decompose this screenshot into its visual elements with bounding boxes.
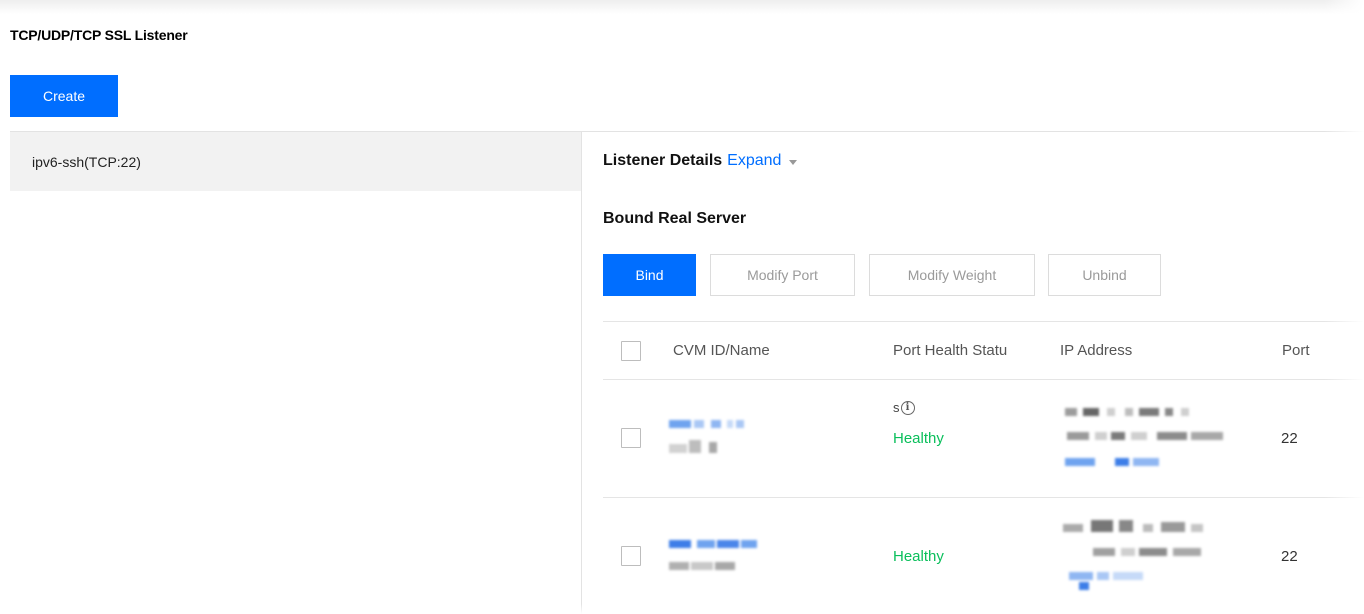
create-button[interactable]: Create [10,75,118,117]
column-header-ip: IP Address [1060,342,1133,359]
bind-button[interactable]: Bind [603,254,696,296]
column-header-cvm: CVM ID/Name [673,342,770,359]
listener-details-panel: Listener Details Expand Bound Real Serve… [583,132,1364,614]
port-value: 22 [1281,548,1298,565]
unbind-button[interactable]: Unbind [1048,254,1161,296]
health-status: Healthy [893,548,944,565]
modify-port-button[interactable]: Modify Port [710,254,855,296]
listener-details-title: Listener Details [603,152,723,169]
cvm-id-redacted[interactable] [669,420,779,465]
listener-list: ipv6-ssh(TCP:22) [10,132,582,614]
column-header-port: Port [1282,342,1310,359]
real-server-table: CVM ID/Name Port Health Statu IP Address… [603,321,1364,614]
port-value: 22 [1281,430,1298,447]
bound-real-server-title: Bound Real Server [603,210,747,227]
expand-link[interactable]: Expand [727,152,781,170]
table-row: Healthy 22 [603,498,1364,614]
modify-weight-button[interactable]: Modify Weight [869,254,1035,296]
health-status-note: s i [893,400,915,415]
bottom-edge-fade [0,604,1364,614]
table-header: CVM ID/Name Port Health Statu IP Address… [603,322,1364,380]
listener-item-ipv6-ssh[interactable]: ipv6-ssh(TCP:22) [10,132,581,191]
row-checkbox[interactable] [621,428,641,448]
health-status: Healthy [893,430,944,447]
page-title: TCP/UDP/TCP SSL Listener [10,27,188,43]
column-header-health: Port Health Statu [893,342,1008,359]
table-row: s i Healthy 22 [603,380,1364,498]
select-all-checkbox[interactable] [621,341,641,361]
listener-details-header: Listener Details Expand [603,152,798,170]
info-icon[interactable]: i [900,400,915,415]
ip-address-redacted [1063,520,1243,592]
top-shadow [0,0,1364,14]
caret-down-icon[interactable] [789,159,798,165]
row-checkbox[interactable] [621,546,641,566]
ip-address-redacted [1065,408,1245,470]
cvm-id-redacted[interactable] [669,540,779,585]
right-edge-fade [1324,0,1364,614]
